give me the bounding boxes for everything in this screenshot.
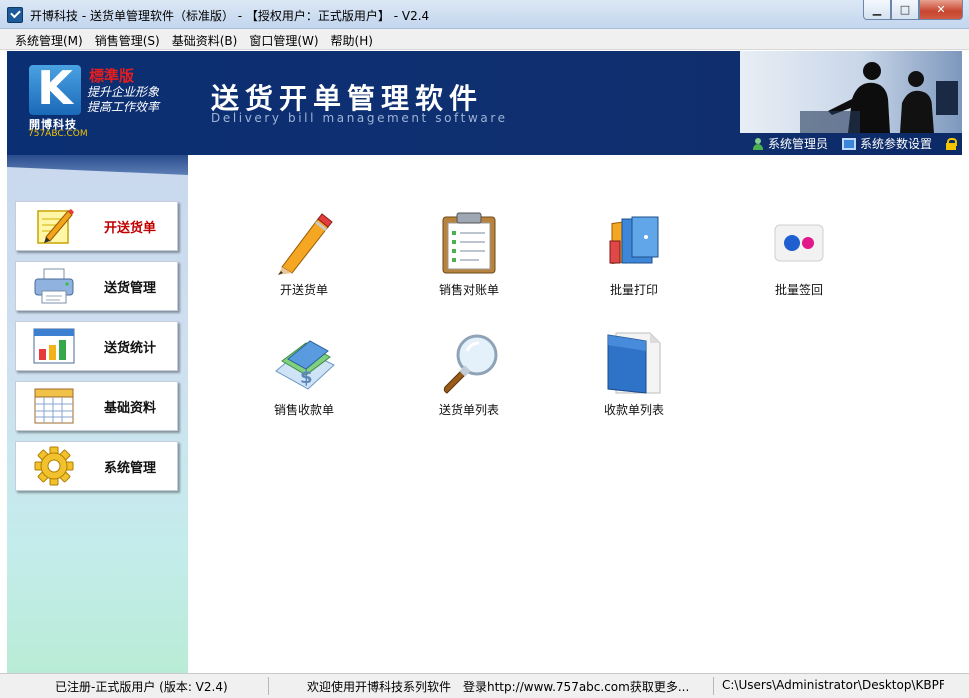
- main-panel: 开送货单 销售对账单 批量打印 批量签回 $ 销售收款单 送货单列表 收款单列表: [188, 155, 962, 673]
- tile-batch-print[interactable]: 批量打印: [574, 211, 694, 311]
- monitor-icon: [841, 137, 856, 150]
- banner-photo: [740, 51, 962, 133]
- header-banner: K 開博科技 757ABC.COM 標準版 提升企业形象 提高工作效率 送货开单…: [7, 51, 962, 155]
- sidebar-item-basic-data[interactable]: 基础资料: [15, 381, 178, 431]
- tile-delivery-list[interactable]: 送货单列表: [409, 331, 529, 431]
- sidebar-item-label: 开送货单: [104, 220, 157, 236]
- folder-icon: [602, 331, 666, 395]
- tile-label: 收款单列表: [603, 403, 664, 417]
- app-icon[interactable]: [7, 7, 23, 23]
- menu-system[interactable]: 系统管理(M): [9, 29, 89, 49]
- user-icon: [752, 137, 764, 150]
- tile-label: 批量打印: [609, 283, 658, 297]
- menu-help[interactable]: 帮助(H): [325, 29, 379, 49]
- sidebar-item-label: 送货管理: [104, 280, 157, 296]
- menu-basic-data[interactable]: 基础资料(B): [166, 29, 244, 49]
- tile-sales-statement[interactable]: 销售对账单: [409, 211, 529, 311]
- clipboard-icon: [437, 211, 501, 275]
- sidebar-item-new-delivery[interactable]: 开送货单: [15, 201, 178, 251]
- current-user[interactable]: 系统管理员: [752, 135, 828, 152]
- close-button[interactable]: ✕: [919, 0, 963, 20]
- sidebar: 开送货单 送货管理 送货统计 基础资料 系统管理: [7, 155, 188, 673]
- status-separator: [268, 677, 269, 695]
- logo-icon: K: [29, 61, 81, 115]
- current-user-label: 系统管理员: [767, 137, 828, 151]
- menu-sales[interactable]: 销售管理(S): [89, 29, 166, 49]
- app-subtitle: Delivery bill management software: [211, 111, 508, 125]
- close-icon: ✕: [936, 3, 946, 16]
- minimize-icon: ▁: [872, 3, 882, 16]
- bar-chart-icon: [32, 325, 76, 367]
- menu-bar: 系统管理(M) 销售管理(S) 基础资料(B) 窗口管理(W) 帮助(H): [0, 29, 969, 50]
- dots-icon: [767, 211, 831, 275]
- tile-label: 销售对账单: [438, 283, 499, 297]
- pencil-note-icon: [32, 205, 76, 247]
- sidebar-header: [7, 155, 188, 175]
- banner-status: 系统管理员 系统参数设置: [752, 135, 957, 152]
- tile-label: 销售收款单: [273, 403, 334, 417]
- status-separator: [713, 677, 714, 695]
- status-bar: 已注册-正式版用户 (版本: V2.4) 欢迎使用开博科技系列软件 登录http…: [0, 673, 969, 698]
- silhouette-icon: [800, 62, 958, 133]
- lock-icon[interactable]: [946, 137, 957, 150]
- sidebar-item-delivery-statistics[interactable]: 送货统计: [15, 321, 178, 371]
- sidebar-item-delivery-management[interactable]: 送货管理: [15, 261, 178, 311]
- sidebar-item-label: 送货统计: [104, 340, 157, 356]
- sidebar-item-label: 基础资料: [104, 400, 157, 416]
- calendar-grid-icon: [32, 385, 76, 427]
- magnifier-icon: [437, 331, 501, 395]
- tile-sales-receipt[interactable]: $ 销售收款单: [244, 331, 364, 431]
- batch-print-icon: [602, 211, 666, 275]
- slogan-line-2: 提高工作效率: [87, 100, 160, 114]
- tile-label: 开送货单: [279, 283, 328, 297]
- tile-label: 批量签回: [774, 283, 823, 297]
- menu-window[interactable]: 窗口管理(W): [243, 29, 324, 49]
- logo-url: 757ABC.COM: [28, 129, 88, 139]
- maximize-button[interactable]: □: [891, 0, 919, 20]
- money-card-icon: $: [272, 331, 336, 395]
- pencil-icon: [272, 211, 336, 275]
- window-title: 开博科技 - 送货单管理软件（标准版） - 【授权用户：正式版用户】 - V2.…: [30, 9, 430, 23]
- maximize-icon: □: [899, 3, 911, 16]
- welcome-message: 欢迎使用开博科技系列软件 登录http://www.757abc.com获取更多…: [307, 680, 690, 694]
- tile-batch-signback[interactable]: 批量签回: [739, 211, 859, 311]
- svg-text:$: $: [300, 367, 313, 388]
- registration-status: 已注册-正式版用户 (版本: V2.4): [55, 680, 228, 694]
- system-settings-label: 系统参数设置: [859, 137, 932, 151]
- minimize-button[interactable]: ▁: [863, 0, 891, 20]
- sidebar-item-system-management[interactable]: 系统管理: [15, 441, 178, 491]
- window-controls: ▁ □ ✕: [863, 0, 963, 20]
- sidebar-item-label: 系统管理: [104, 460, 157, 476]
- gear-icon: [32, 445, 76, 487]
- tile-receipt-list[interactable]: 收款单列表: [574, 331, 694, 431]
- install-path: C:\Users\Administrator\Desktop\KBPF: [722, 678, 944, 692]
- title-bar: 开博科技 - 送货单管理软件（标准版） - 【授权用户：正式版用户】 - V2.…: [0, 0, 969, 29]
- printer-icon: [32, 265, 76, 307]
- tile-label: 送货单列表: [438, 403, 499, 417]
- tile-new-delivery[interactable]: 开送货单: [244, 211, 364, 311]
- system-settings-link[interactable]: 系统参数设置: [841, 135, 932, 152]
